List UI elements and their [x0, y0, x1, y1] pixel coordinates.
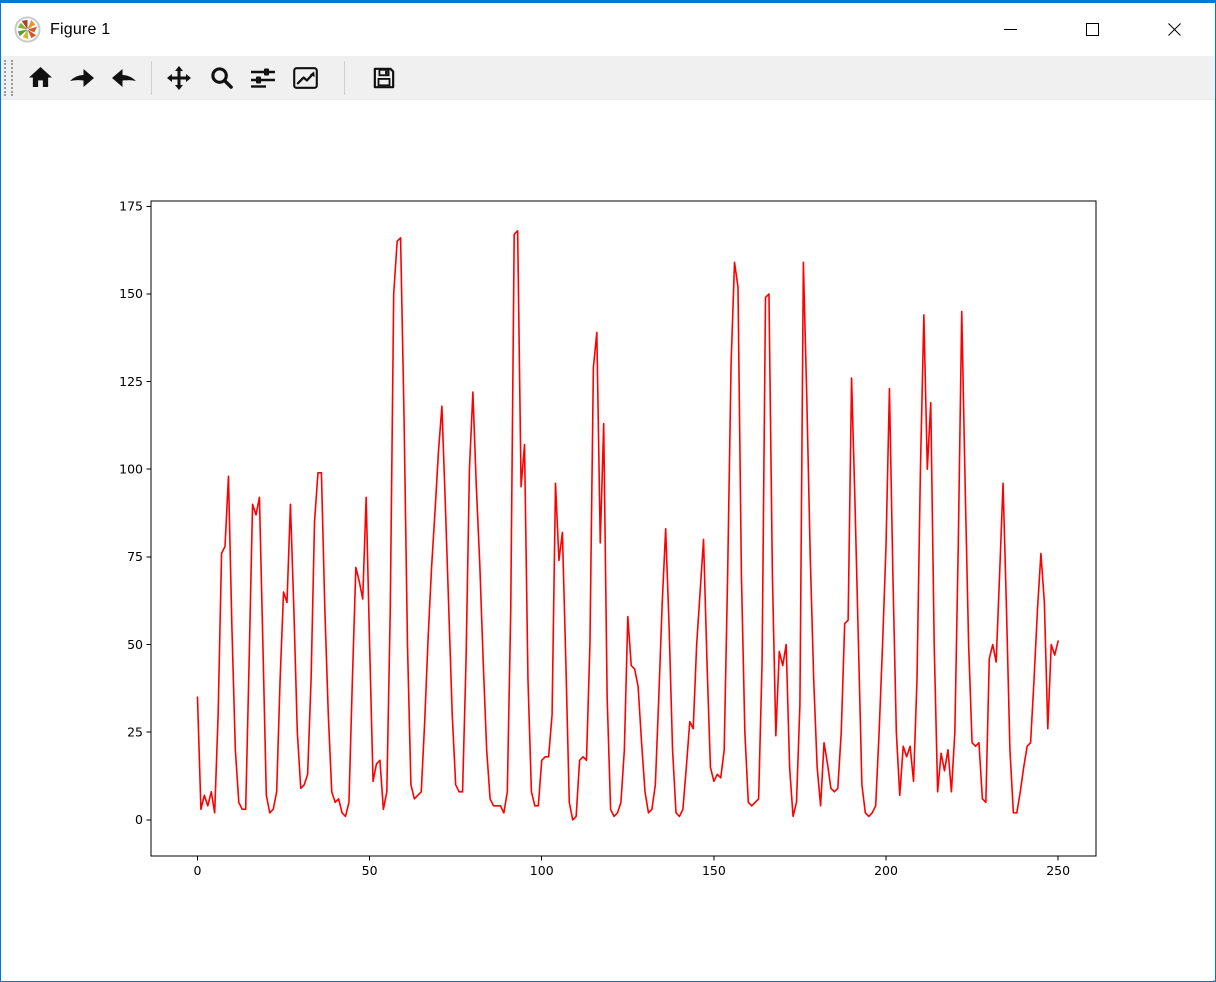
maximize-button[interactable]	[1051, 3, 1133, 56]
window-controls	[969, 3, 1215, 56]
svg-text:75: 75	[127, 549, 143, 564]
figure-window: Figure 1	[0, 0, 1216, 982]
home-button[interactable]	[19, 59, 61, 97]
y-axis-ticks: 0 25 50 75 100 125 150 175	[119, 198, 151, 827]
svg-text:250: 250	[1046, 863, 1070, 878]
svg-text:150: 150	[119, 286, 143, 301]
home-icon	[29, 67, 52, 88]
magnifier-icon	[210, 66, 233, 89]
edit-axes-button[interactable]	[284, 59, 326, 97]
x-axis-ticks: 0 50 100 150 200 250	[193, 856, 1070, 878]
svg-text:175: 175	[119, 198, 143, 213]
navigation-toolbar	[1, 56, 1215, 100]
back-button[interactable]	[61, 59, 103, 97]
data-line	[197, 231, 1058, 820]
line-chart-icon	[293, 67, 318, 89]
svg-text:150: 150	[702, 863, 726, 878]
toolbar-drag-handle[interactable]	[4, 60, 13, 96]
svg-text:100: 100	[119, 461, 143, 476]
svg-text:0: 0	[193, 863, 201, 878]
resize-grip[interactable]	[1209, 976, 1212, 979]
svg-text:50: 50	[362, 863, 378, 878]
toolbar-separator	[344, 61, 345, 95]
save-button[interactable]	[363, 59, 405, 97]
svg-text:200: 200	[874, 863, 898, 878]
svg-text:125: 125	[119, 374, 143, 389]
minimize-icon	[1004, 29, 1017, 30]
floppy-disk-icon	[373, 67, 395, 89]
toolbar-separator	[151, 61, 152, 95]
close-icon	[1168, 23, 1181, 36]
matplotlib-logo-icon	[14, 16, 41, 43]
maximize-icon	[1086, 23, 1099, 36]
svg-text:25: 25	[127, 724, 143, 739]
title-bar[interactable]: Figure 1	[1, 3, 1215, 56]
sliders-icon	[251, 67, 275, 89]
arrow-left-icon	[70, 69, 94, 87]
close-button[interactable]	[1133, 3, 1215, 56]
minimize-button[interactable]	[969, 3, 1051, 56]
arrow-right-icon	[112, 69, 136, 87]
forward-button[interactable]	[103, 59, 145, 97]
pan-button[interactable]	[158, 59, 200, 97]
zoom-button[interactable]	[200, 59, 242, 97]
plot-area: 0 50 100 150 200 250 0 25 50 75 100 125 150 175	[1, 100, 1215, 982]
window-title: Figure 1	[50, 21, 110, 39]
svg-text:100: 100	[530, 863, 554, 878]
svg-text:0: 0	[135, 812, 143, 827]
figure-canvas[interactable]: 0 50 100 150 200 250 0 25 50 75 100 125 150 175	[1, 100, 1215, 982]
configure-subplots-button[interactable]	[242, 59, 284, 97]
move-cross-icon	[167, 66, 191, 90]
svg-text:50: 50	[127, 637, 143, 652]
